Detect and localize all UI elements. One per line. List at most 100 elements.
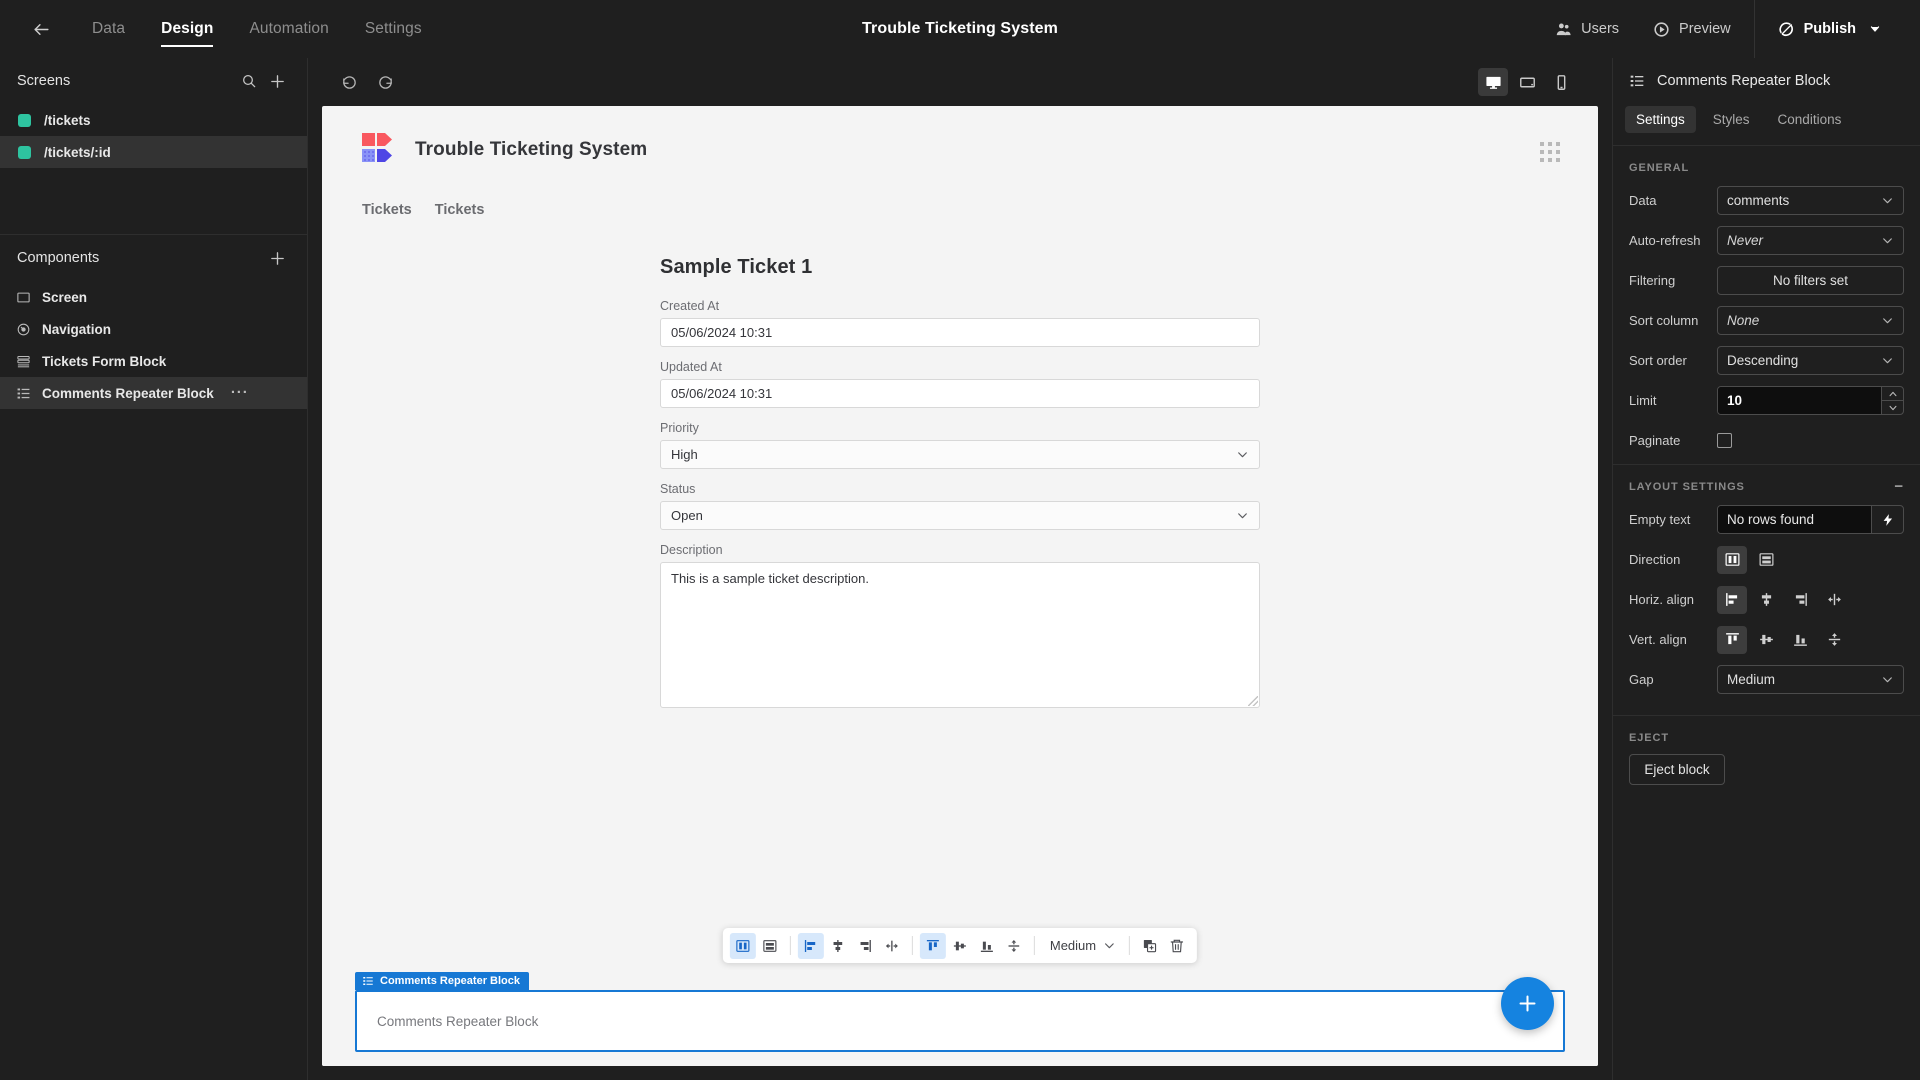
limit-value[interactable]: 10: [1718, 387, 1881, 414]
auto-refresh-select[interactable]: Never: [1717, 226, 1904, 255]
toolbar-valign-top-button[interactable]: [919, 932, 946, 959]
toolbar-valign-middle-button[interactable]: [947, 933, 973, 959]
toolbar-align-center-button[interactable]: [825, 933, 851, 959]
redo-button[interactable]: [370, 67, 400, 97]
updated-at-input[interactable]: 05/06/2024 10:31: [660, 379, 1260, 408]
app-preview-nav: Tickets Tickets: [322, 168, 1598, 218]
users-button[interactable]: Users: [1538, 0, 1636, 58]
publish-button[interactable]: Publish: [1761, 0, 1898, 58]
horiz-align-stretch-option[interactable]: [1819, 586, 1849, 614]
setting-label: Sort order: [1629, 353, 1687, 368]
toolbar-valign-bottom-button[interactable]: [974, 933, 1000, 959]
valign-stretch-icon: [1008, 939, 1020, 952]
nav-tab-design[interactable]: Design: [143, 1, 231, 57]
horiz-align-left-option[interactable]: [1717, 585, 1747, 614]
horiz-align-center-option[interactable]: [1751, 586, 1781, 614]
tab-settings[interactable]: Settings: [1625, 106, 1696, 133]
setting-label: Data: [1629, 193, 1657, 208]
description-textarea[interactable]: This is a sample ticket description.: [660, 562, 1260, 708]
screen-item-tickets[interactable]: /tickets: [0, 104, 307, 136]
empty-text-field[interactable]: No rows found: [1717, 505, 1904, 534]
component-item-navigation[interactable]: Navigation: [0, 313, 307, 345]
toolbar-gap-value: Medium: [1049, 938, 1097, 953]
screen-item-tickets-id[interactable]: /tickets/:id: [0, 136, 307, 168]
repeater-selection-tag[interactable]: Comments Repeater Block: [355, 972, 529, 990]
components-title: Components: [17, 250, 100, 266]
status-select[interactable]: Open: [660, 501, 1260, 530]
priority-value: High: [671, 447, 698, 462]
setting-label: Auto-refresh: [1629, 233, 1701, 248]
gap-select[interactable]: Medium: [1717, 665, 1904, 694]
nav-tab-settings[interactable]: Settings: [347, 1, 440, 57]
field-priority: Priority High: [660, 421, 1260, 469]
toolbar-align-stretch-button[interactable]: [879, 933, 905, 959]
limit-decrement-button[interactable]: [1882, 401, 1903, 414]
tab-conditions[interactable]: Conditions: [1767, 106, 1853, 133]
filtering-button[interactable]: No filters set: [1717, 266, 1904, 295]
field-label: Priority: [660, 421, 699, 435]
canvas-drag-handle-icon[interactable]: [1540, 142, 1560, 162]
eject-block-button[interactable]: Eject block: [1629, 754, 1725, 785]
nav-tab-automation[interactable]: Automation: [231, 1, 346, 57]
component-item-comments-repeater-block[interactable]: Comments Repeater Block ···: [0, 377, 307, 409]
auto-refresh-value: Never: [1727, 233, 1764, 248]
limit-increment-button[interactable]: [1882, 387, 1903, 401]
app-nav-item-tickets-1[interactable]: Tickets: [362, 202, 412, 218]
toolbar-duplicate-button[interactable]: [1137, 933, 1163, 959]
preview-button[interactable]: Preview: [1636, 0, 1748, 58]
device-tablet-button[interactable]: [1512, 68, 1542, 96]
valign-middle-icon: [1759, 634, 1773, 645]
setting-label: Vert. align: [1629, 632, 1687, 647]
vert-align-stretch-option[interactable]: [1819, 626, 1849, 654]
layout-collapse-icon[interactable]: −: [1894, 479, 1904, 494]
empty-text-value[interactable]: No rows found: [1718, 506, 1871, 533]
canvas-wrapper: Trouble Ticketing System Tickets Tickets…: [308, 106, 1612, 1080]
plus-icon: [270, 74, 284, 88]
horiz-align-right-option[interactable]: [1785, 586, 1815, 614]
undo-button[interactable]: [334, 67, 364, 97]
toolbar-valign-stretch-button[interactable]: [1001, 933, 1027, 959]
setting-label: Gap: [1629, 672, 1654, 687]
add-screen-button[interactable]: [263, 67, 291, 95]
repeater-block-body[interactable]: Comments Repeater Block: [355, 990, 1565, 1052]
created-at-input[interactable]: 05/06/2024 10:31: [660, 318, 1260, 347]
tab-styles[interactable]: Styles: [1702, 106, 1761, 133]
empty-text-binding-button[interactable]: [1871, 506, 1903, 533]
device-mobile-button[interactable]: [1546, 68, 1576, 96]
component-more-button[interactable]: ···: [231, 385, 249, 400]
direction-column-icon: [1725, 553, 1739, 566]
component-label: Screen: [42, 289, 88, 305]
plus-icon: [270, 251, 284, 265]
direction-column-option[interactable]: [1717, 545, 1747, 574]
toolbar-direction-row-button[interactable]: [757, 933, 783, 959]
data-select[interactable]: comments: [1717, 186, 1904, 215]
device-desktop-button[interactable]: [1478, 68, 1508, 96]
toolbar-delete-button[interactable]: [1164, 933, 1190, 959]
paginate-checkbox[interactable]: [1717, 433, 1732, 448]
toolbar-gap-select[interactable]: Medium: [1042, 938, 1122, 953]
component-item-screen[interactable]: Screen: [0, 281, 307, 313]
screens-search-button[interactable]: [235, 67, 263, 95]
limit-stepper[interactable]: 10: [1717, 386, 1904, 415]
priority-select[interactable]: High: [660, 440, 1260, 469]
nav-tab-data[interactable]: Data: [74, 1, 143, 57]
sort-order-select[interactable]: Descending: [1717, 346, 1904, 375]
add-component-button[interactable]: [263, 244, 291, 272]
app-nav-item-tickets-2[interactable]: Tickets: [435, 202, 485, 218]
screens-title: Screens: [17, 73, 71, 89]
setting-row-direction: Direction: [1613, 543, 1920, 576]
vert-align-middle-option[interactable]: [1751, 626, 1781, 654]
add-component-fab[interactable]: [1501, 977, 1554, 1030]
top-bar: Data Design Automation Settings Trouble …: [0, 0, 1920, 58]
direction-row-option[interactable]: [1751, 546, 1781, 574]
resize-grip-icon[interactable]: [1248, 696, 1258, 706]
toolbar-direction-column-button[interactable]: [729, 932, 756, 959]
horiz-align-option-group: [1717, 585, 1904, 614]
vert-align-top-option[interactable]: [1717, 625, 1747, 654]
component-item-tickets-form-block[interactable]: Tickets Form Block: [0, 345, 307, 377]
vert-align-bottom-option[interactable]: [1785, 626, 1815, 654]
toolbar-align-left-button[interactable]: [797, 932, 824, 959]
sort-column-select[interactable]: None: [1717, 306, 1904, 335]
back-button[interactable]: [24, 12, 58, 46]
toolbar-align-right-button[interactable]: [852, 933, 878, 959]
